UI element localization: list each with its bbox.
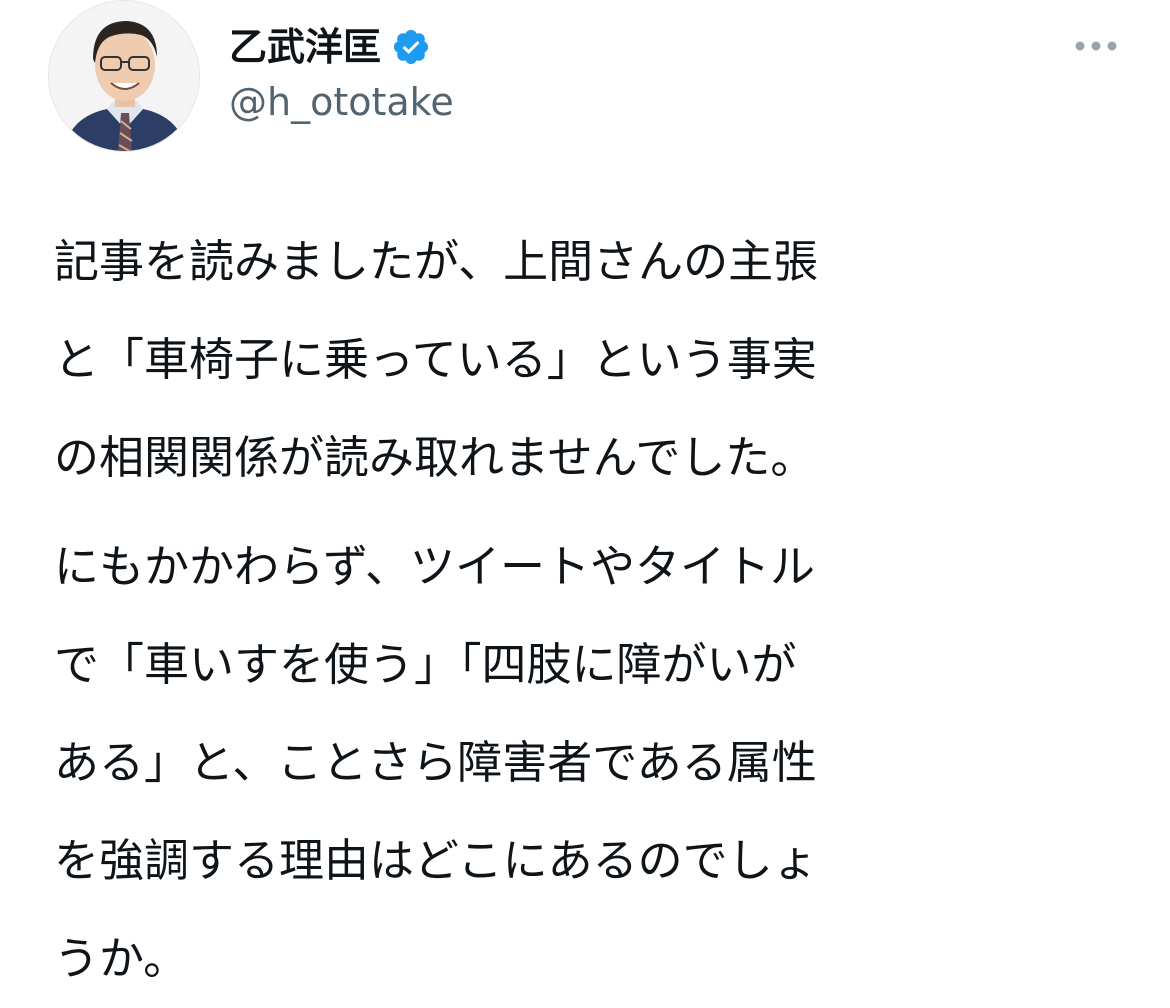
author-display-name[interactable]: 乙武洋匡 bbox=[229, 22, 381, 72]
author-handle[interactable]: @h_ototake bbox=[229, 77, 454, 127]
tweet-text-line: を強調する理由はどこにあるのでしょ bbox=[54, 834, 818, 887]
avatar[interactable] bbox=[48, 0, 200, 152]
more-dots-icon bbox=[1075, 41, 1117, 51]
tweet-paragraph-1: 記事を読みましたが、上間さんの主張 と「車椅子に乗っている」という事実 の相関関… bbox=[54, 213, 1124, 507]
tweet: 乙武洋匡 @h_ototake 記事を読みましたが、上間さんの主張 と「車椅子に… bbox=[0, 0, 1170, 1004]
tweet-paragraph-2: にもかかわらず、ツイートやタイトル で「車いすを使う」「四肢に障がいが ある」と… bbox=[54, 518, 1124, 1008]
tweet-text-line: にもかかわらず、ツイートやタイトル bbox=[54, 540, 815, 593]
verified-badge-icon bbox=[393, 29, 429, 65]
profile-photo bbox=[49, 1, 199, 151]
tweet-text-line: うか。 bbox=[54, 932, 189, 985]
tweet-text-line: で「車いすを使う」「四肢に障がいが bbox=[54, 638, 797, 691]
tweet-text-line: 記事を読みましたが、上間さんの主張 bbox=[54, 235, 819, 288]
more-button[interactable] bbox=[1064, 28, 1128, 64]
author-name-row: 乙武洋匡 bbox=[229, 22, 431, 72]
tweet-text-line: ある」と、ことさら障害者である属性 bbox=[54, 736, 817, 789]
tweet-text-line: の相関関係が読み取れませんでした。 bbox=[54, 431, 816, 484]
tweet-text-line: と「車椅子に乗っている」という事実 bbox=[54, 333, 817, 386]
